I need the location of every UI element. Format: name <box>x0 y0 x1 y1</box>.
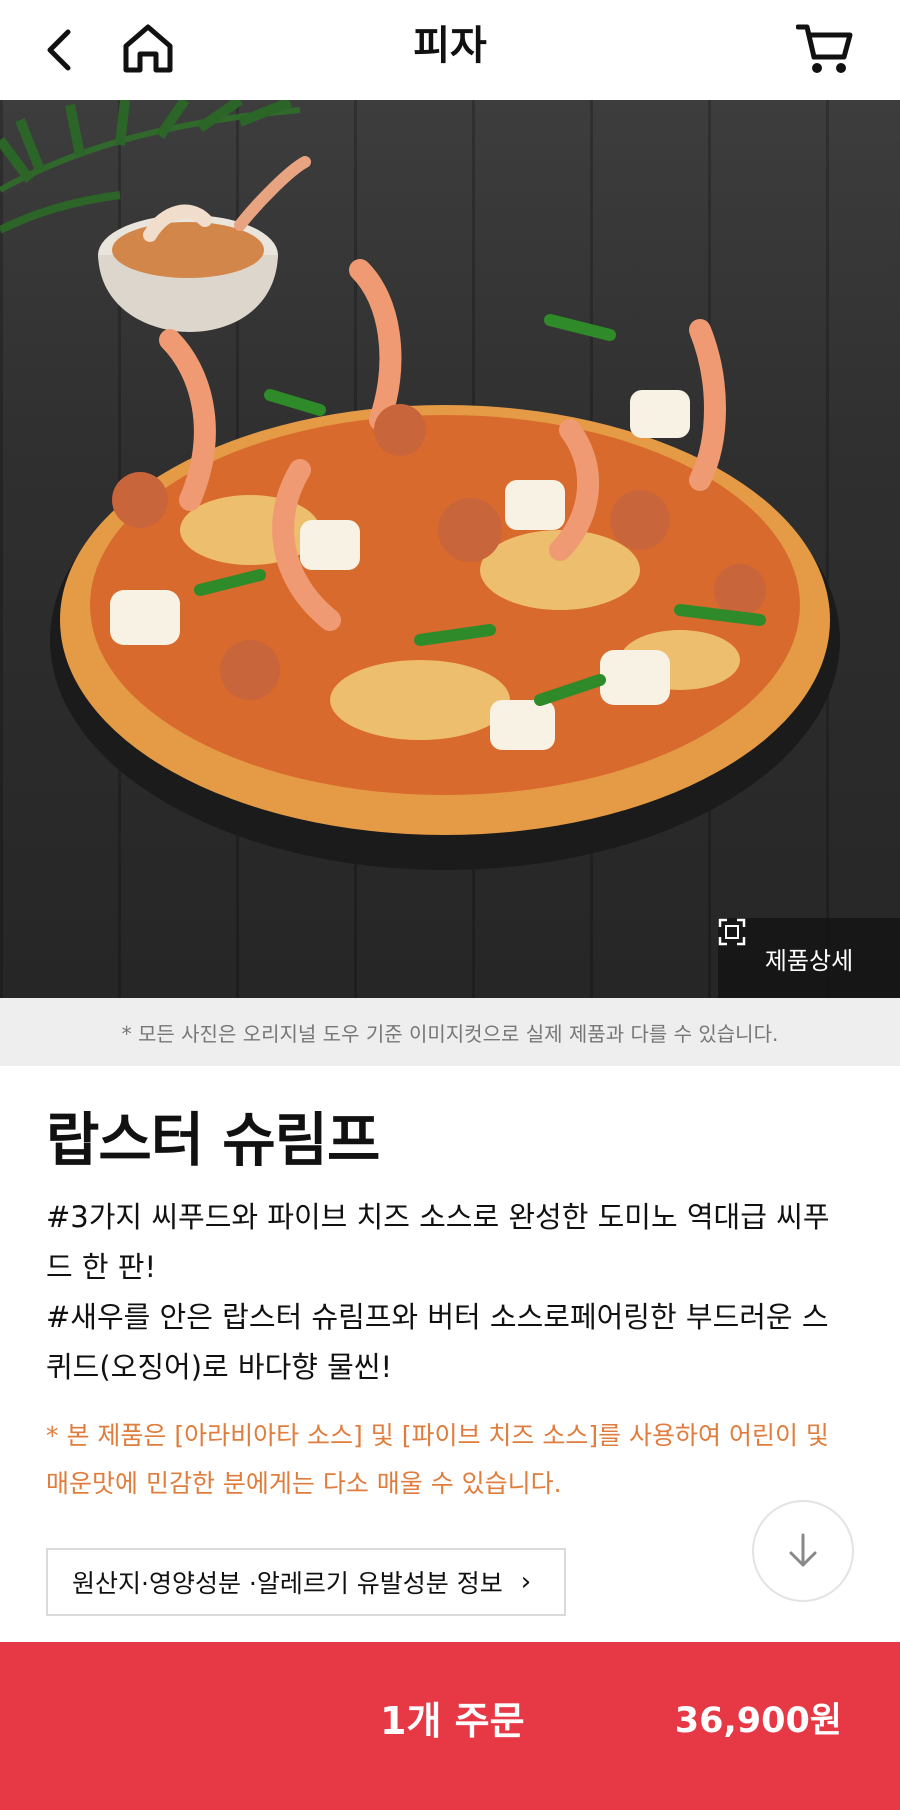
cart-icon <box>796 24 853 73</box>
product-image: 제품상세 <box>0 100 900 998</box>
home-button[interactable] <box>115 16 181 82</box>
spicy-caution: * 본 제품은 [아라비아타 소스] 및 [파이브 치즈 소스]를 사용하여 어… <box>46 1412 866 1508</box>
product-detail-button[interactable]: 제품상세 <box>718 918 900 998</box>
order-price: 36,900원 <box>674 1701 842 1741</box>
description-line: #새우를 안은 랍스터 슈림프와 버터 소스로페어링한 부드러운 스 <box>46 1300 829 1334</box>
pizza-illustration <box>0 100 840 870</box>
chevron-right-icon: › <box>520 1567 532 1597</box>
home-icon <box>123 24 173 73</box>
caution-line: 매운맛에 민감한 분에게는 다소 매울 수 있습니다. <box>46 1469 562 1498</box>
info-button-label: 원산지·영양성분 ·알레르기 유발성분 정보 <box>72 1569 503 1598</box>
product-info: 랍스터 슈림프 #3가지 씨푸드와 파이브 치즈 소스로 완성한 도미노 역대급… <box>46 1100 866 1508</box>
product-name: 랍스터 슈림프 <box>46 1106 380 1174</box>
expand-icon <box>718 918 746 946</box>
description-line: 드 한 판! <box>46 1250 157 1284</box>
order-button[interactable]: 1개 주문 36,900원 <box>0 1642 900 1810</box>
image-disclaimer: * 모든 사진은 오리지널 도우 기준 이미지컷으로 실제 제품과 다를 수 있… <box>0 998 900 1066</box>
product-detail-label: 제품상세 <box>764 946 854 975</box>
top-nav-bar: 피자 <box>0 0 900 100</box>
chevron-left-icon <box>47 29 71 71</box>
nutrition-allergy-info-button[interactable]: 원산지·영양성분 ·알레르기 유발성분 정보 › <box>46 1548 566 1616</box>
product-description: #3가지 씨푸드와 파이브 치즈 소스로 완성한 도미노 역대급 씨푸 드 한 … <box>46 1192 866 1392</box>
caution-line: * 본 제품은 [아라비아타 소스] 및 [파이브 치즈 소스]를 사용하여 어… <box>46 1421 829 1450</box>
description-line: #3가지 씨푸드와 파이브 치즈 소스로 완성한 도미노 역대급 씨푸 <box>46 1200 830 1234</box>
back-button[interactable] <box>30 20 90 80</box>
page-title: 피자 <box>413 23 487 69</box>
order-quantity-label: 1개 주문 <box>380 1699 525 1743</box>
description-line: 퀴드(오징어)로 바다향 물씬! <box>46 1350 393 1384</box>
scroll-down-button[interactable] <box>752 1500 854 1602</box>
arrow-down-icon <box>789 1533 817 1567</box>
cart-button[interactable] <box>790 16 860 82</box>
